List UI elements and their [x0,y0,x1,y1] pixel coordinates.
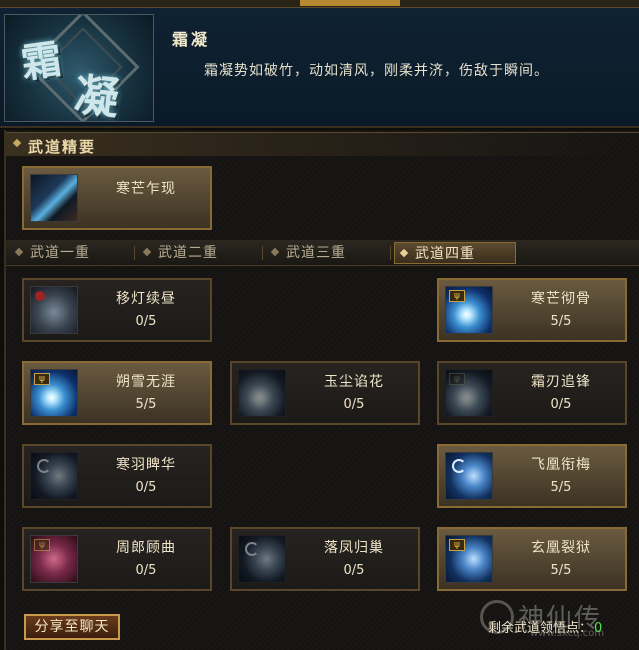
skill-card[interactable]: ψ 寒芒彻骨 5/5 [437,278,627,342]
tab-divider [262,246,263,260]
skill-level: 0/5 [135,563,157,578]
skill-name: 朔雪无涯 [116,374,176,390]
tab-divider [390,246,391,260]
skill-level: 0/5 [550,397,572,412]
skill-name: 玉尘谄花 [324,374,384,390]
skill-level: 5/5 [135,397,157,412]
skill-level: 0/5 [135,314,157,329]
skill-title: 霜凝 [172,30,211,49]
crescent-icon [245,542,259,556]
ice-burst-icon: ψ [445,369,493,417]
skill-card[interactable]: ψ 朔雪无涯 5/5 [22,361,212,425]
essence-name: 寒芒乍现 [116,181,176,197]
skill-card[interactable]: ψ 玄凰裂狱 5/5 [437,527,627,591]
top-frame-bar [0,0,639,8]
rank-badge-icon: ψ [449,290,465,302]
emblem-char-2: 凝 [71,69,122,122]
skill-header: 霜 凝 霜凝 霜凝势如破竹，动如清风，刚柔并济，伤敌于瞬间。 [0,8,639,128]
skill-card[interactable]: 玉尘谄花 0/5 [230,361,420,425]
rank-badge-icon: ψ [34,539,50,551]
tab-label: 武道一重 [30,245,90,261]
tab-label: 武道三重 [286,245,346,261]
moon-wave-icon: ψ [445,535,493,583]
skill-card[interactable]: 移灯续昼 0/5 [22,278,212,342]
points-label: 剩余武道领悟点： [488,621,593,636]
rank-badge-icon: ψ [449,373,465,385]
ice-burst-icon: ψ [30,369,78,417]
tab-label: 武道四重 [415,246,475,262]
sword-slash-icon [30,174,78,222]
skill-level: 5/5 [550,314,572,329]
share-to-chat-button[interactable]: 分享至聊天 [24,614,120,640]
skill-level: 0/5 [343,397,365,412]
tab-tier-4[interactable]: 武道四重 [394,242,516,264]
skill-name: 周郎顾曲 [116,540,176,556]
skill-name: 霜刃追锋 [531,374,591,390]
skill-name: 飞凰衔梅 [531,457,591,473]
tab-label: 武道二重 [158,245,218,261]
red-orb-icon [35,291,45,301]
skill-name: 寒羽睥华 [116,457,176,473]
skill-level: 5/5 [550,480,572,495]
skill-card[interactable]: ψ 周郎顾曲 0/5 [22,527,212,591]
tab-diamond-icon [270,247,280,257]
tab-tier-3[interactable]: 武道三重 [266,242,390,264]
skill-card[interactable]: 飞凰衔梅 5/5 [437,444,627,508]
rose-icon: ψ [30,535,78,583]
ice-burst-icon [238,369,286,417]
section-diamond-icon [12,138,22,148]
skill-card[interactable]: 落凤归巢 0/5 [230,527,420,591]
tab-diamond-icon [142,247,152,257]
tab-divider [134,246,135,260]
tab-diamond-icon [14,247,24,257]
crescent-icon [37,459,51,473]
points-value: 0 [594,621,603,636]
skill-name: 落凤归巢 [324,540,384,556]
tab-tier-1[interactable]: 武道一重 [10,242,134,264]
essence-card[interactable]: 寒芒乍现 [22,166,212,230]
rank-badge-icon: ψ [449,539,465,551]
moon-wave-icon [238,535,286,583]
tab-diamond-icon [399,248,409,258]
skill-card[interactable]: 寒羽睥华 0/5 [22,444,212,508]
tab-tier-2[interactable]: 武道二重 [138,242,262,264]
crescent-icon [452,459,466,473]
emblem-char-1: 霜 [18,35,65,88]
section-header: 武道精要 [6,132,639,156]
footstep-icon [30,286,78,334]
section-title: 武道精要 [28,138,97,156]
ice-burst-icon: ψ [445,286,493,334]
skill-emblem-icon: 霜 凝 [4,14,154,122]
skill-name: 寒芒彻骨 [531,291,591,307]
moon-wave-icon [445,452,493,500]
rank-badge-icon: ψ [34,373,50,385]
skill-card[interactable]: ψ 霜刃追锋 0/5 [437,361,627,425]
skill-level: 0/5 [135,480,157,495]
top-frame-ornament [300,0,400,6]
skill-description: 霜凝势如破竹，动如清风，刚柔并济，伤敌于瞬间。 [204,63,549,79]
skill-level: 0/5 [343,563,365,578]
skill-name: 移灯续昼 [116,291,176,307]
tier-tabs: 武道一重 武道二重 武道三重 武道四重 [6,240,639,266]
moon-wave-icon [30,452,78,500]
remaining-points: 剩余武道领悟点： 0 [488,617,602,636]
skill-level: 5/5 [550,563,572,578]
skill-name: 玄凰裂狱 [531,540,591,556]
